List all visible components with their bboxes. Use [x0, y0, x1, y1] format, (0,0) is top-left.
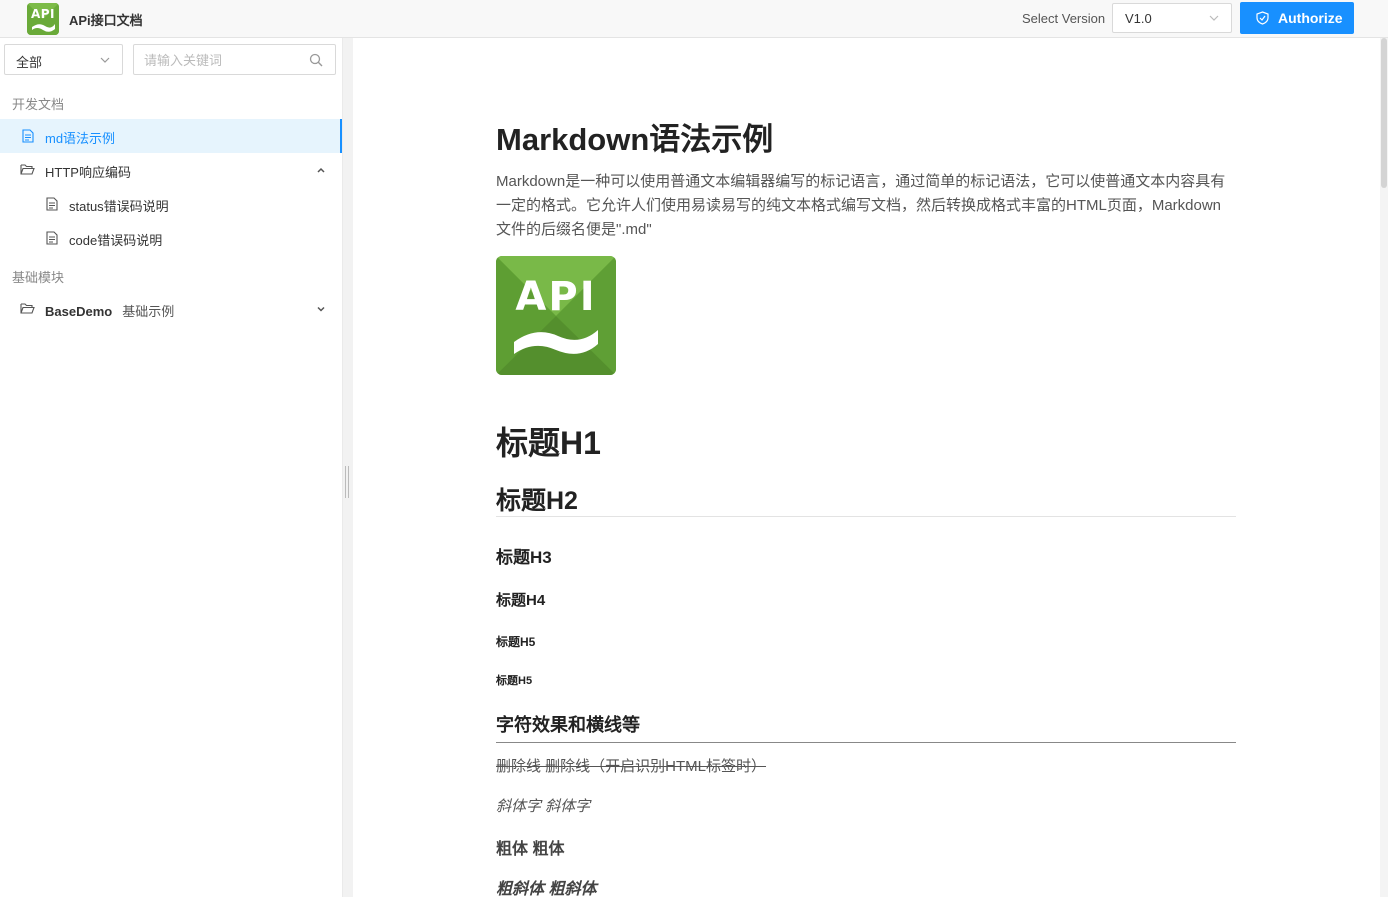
version-select[interactable]: V1.0 — [1112, 3, 1232, 33]
nav-group-label-base-modules: 基础模块 — [12, 270, 65, 285]
sidebar-item-label: HTTP响应编码 — [45, 165, 131, 180]
heading-h1: 标题H1 — [496, 425, 601, 461]
search-box[interactable] — [133, 44, 336, 75]
scrollbar-track[interactable] — [1380, 38, 1388, 897]
top-header: API APi接口文档 Select Version V1.0 Authoriz… — [0, 0, 1388, 38]
chevron-down-icon[interactable] — [316, 304, 326, 314]
section-title: 字符效果和横线等 — [496, 715, 640, 735]
folder-open-icon — [20, 303, 35, 314]
search-input[interactable] — [144, 50, 304, 70]
sidebar-item-basedemo[interactable]: BaseDemo 基础示例 — [0, 292, 342, 326]
document-icon — [46, 231, 58, 245]
authorize-label: Authorize — [1278, 10, 1343, 26]
doc-content-area: Markdown语法示例 Markdown是一种可以使用普通文本编辑器编写的标记… — [353, 38, 1388, 897]
api-logo-image: API — [496, 256, 616, 375]
doc-intro: Markdown是一种可以使用普通文本编辑器编写的标记语言，通过简单的标记语法，… — [496, 173, 1226, 238]
folder-open-icon — [20, 164, 35, 175]
section-divider — [496, 742, 1236, 743]
sidebar-item-status-codes[interactable]: status错误码说明 — [0, 187, 342, 221]
heading-h6: 标题H5 — [496, 675, 533, 687]
sidebar-item-label: BaseDemo 基础示例 — [45, 301, 174, 320]
app-title: APi接口文档 — [69, 13, 143, 28]
chevron-down-icon — [1209, 15, 1219, 21]
chevron-down-icon — [100, 57, 110, 63]
chevron-up-icon[interactable] — [316, 165, 326, 175]
h2-divider — [496, 516, 1236, 517]
bold-italic-text: 粗斜体 粗斜体 — [496, 881, 597, 897]
sidebar-item-label: md语法示例 — [45, 131, 116, 146]
sidebar-item-http-codes[interactable]: HTTP响应编码 — [0, 153, 342, 187]
group-filter-select[interactable]: 全部 — [4, 44, 123, 75]
sidebar-item-label: status错误码说明 — [69, 199, 169, 214]
italic-text: 斜体字 斜体字 — [496, 798, 591, 815]
app-logo: API — [27, 3, 59, 35]
version-value: V1.0 — [1125, 11, 1152, 26]
nav-group-label-dev-docs: 开发文档 — [12, 97, 65, 112]
sidebar-item-description: 基础示例 — [122, 304, 175, 319]
sidebar-item-name: BaseDemo — [45, 304, 113, 319]
shield-check-icon — [1256, 11, 1269, 25]
heading-h3: 标题H3 — [496, 548, 552, 567]
sidebar-item-code-codes[interactable]: code错误码说明 — [0, 221, 342, 255]
panel-splitter[interactable] — [343, 38, 353, 897]
strikethrough-text: 删除线 删除线（开启识别HTML标签时） — [496, 758, 767, 775]
search-icon[interactable] — [309, 53, 323, 67]
group-filter-value: 全部 — [16, 55, 43, 70]
scrollbar-thumb[interactable] — [1381, 38, 1387, 188]
version-label: Select Version — [1022, 11, 1106, 26]
app-logo-text: API — [30, 7, 56, 21]
heading-h4: 标题H4 — [496, 592, 546, 609]
api-logo-text: API — [515, 274, 597, 320]
authorize-button[interactable]: Authorize — [1240, 2, 1354, 34]
sidebar-item-md-syntax[interactable]: md语法示例 — [0, 119, 342, 153]
sidebar: 全部 开发文档 md语法示例 HTTP响应编码 status错误码说明 code… — [0, 38, 343, 897]
doc-title: Markdown语法示例 — [496, 122, 774, 157]
document-icon — [22, 129, 34, 143]
document-icon — [46, 197, 58, 211]
heading-h2: 标题H2 — [496, 487, 578, 515]
bold-text: 粗体 粗体 — [496, 841, 565, 858]
sidebar-item-label: code错误码说明 — [69, 233, 163, 248]
heading-h5: 标题H5 — [496, 635, 536, 649]
splitter-grip-icon[interactable] — [345, 466, 349, 498]
